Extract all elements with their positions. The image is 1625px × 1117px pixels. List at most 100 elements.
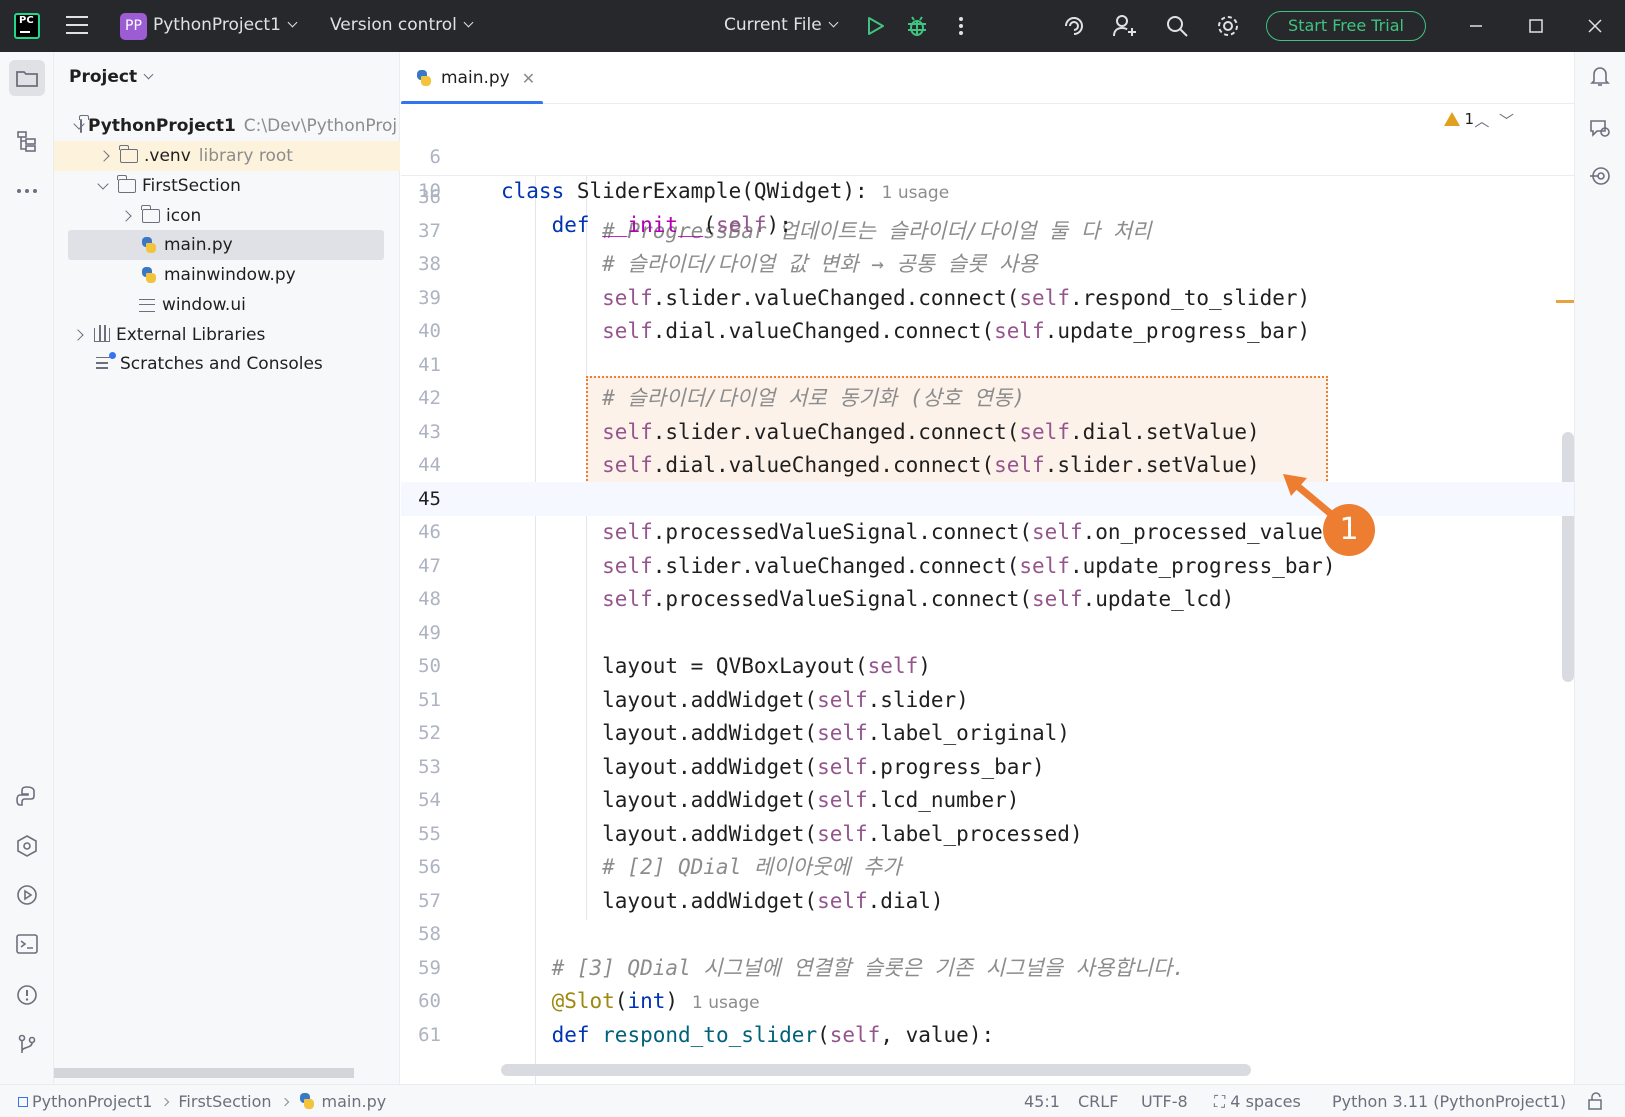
- code-line[interactable]: 50 layout = QVBoxLayout(self): [401, 649, 1574, 683]
- line-ending[interactable]: CRLF: [1078, 1092, 1118, 1111]
- code-line[interactable]: 39 self.slider.valueChanged.connect(self…: [401, 281, 1574, 315]
- minimize-icon[interactable]: [1463, 14, 1489, 38]
- editor-horizontal-scrollbar[interactable]: [501, 1064, 1251, 1076]
- code-line[interactable]: 60 @Slot(int) 1 usage: [401, 984, 1574, 1018]
- readonly-lock-icon[interactable]: [1586, 1092, 1604, 1114]
- git-branch-icon[interactable]: [9, 1027, 45, 1063]
- close-window-icon[interactable]: [1582, 14, 1608, 38]
- code-line[interactable]: 42 # 슬라이더/다이얼 서로 동기화 (상호 연동): [401, 381, 1574, 415]
- code-line[interactable]: 59 # [3] QDial 시그널에 연결할 슬롯은 기존 시그널을 사용합니…: [401, 951, 1574, 985]
- tree-item-label: mainwindow.py: [164, 265, 296, 285]
- notifications-bell-icon[interactable]: [1582, 58, 1618, 94]
- search-icon[interactable]: [1164, 14, 1190, 38]
- code-line[interactable]: 41: [401, 348, 1574, 382]
- code-line[interactable]: 48 self.processedValueSignal.connect(sel…: [401, 582, 1574, 616]
- code-line[interactable]: 46 self.processedValueSignal.connect(sel…: [401, 515, 1574, 549]
- collapse-arrow-icon[interactable]: [72, 328, 86, 342]
- more-actions-icon[interactable]: [948, 14, 974, 38]
- chevron-down-icon: [463, 17, 474, 28]
- tree-item-mainwindow-py[interactable]: mainwindow.py: [68, 260, 384, 290]
- run-tool-icon[interactable]: [9, 877, 45, 913]
- settings-gear-icon[interactable]: [1215, 14, 1241, 38]
- start-free-trial-button[interactable]: Start Free Trial: [1266, 11, 1426, 41]
- run-config-selector[interactable]: Current File: [724, 15, 839, 35]
- inspection-nav[interactable]: ︿ ﹀: [1474, 110, 1514, 131]
- project-badge[interactable]: PP: [120, 13, 147, 40]
- file-encoding[interactable]: UTF-8: [1141, 1092, 1188, 1111]
- endpoints-icon[interactable]: [1582, 158, 1618, 194]
- more-tools-icon[interactable]: [9, 173, 45, 209]
- code-line[interactable]: 38 # 슬라이더/다이얼 값 변화 → 공통 슬롯 사용: [401, 247, 1574, 281]
- inspection-warnings[interactable]: 1: [1444, 110, 1474, 128]
- project-panel-title: Project: [69, 67, 138, 87]
- close-tab-icon[interactable]: ✕: [522, 69, 535, 88]
- code-line[interactable]: 47 self.slider.valueChanged.connect(self…: [401, 549, 1574, 583]
- code-line[interactable]: 51 layout.addWidget(self.slider): [401, 683, 1574, 717]
- project-switcher[interactable]: PythonProject1: [153, 15, 298, 35]
- breadcrumb-project[interactable]: PythonProject1: [32, 1092, 152, 1111]
- tree-item-firstsection[interactable]: FirstSection: [68, 171, 384, 201]
- maximize-icon[interactable]: [1523, 14, 1549, 38]
- breadcrumb-folder[interactable]: FirstSection: [178, 1092, 271, 1111]
- tree-item-external-libraries[interactable]: External Libraries: [68, 320, 384, 350]
- tree-item-venv[interactable]: .venv library root: [54, 141, 400, 171]
- tab-main-py[interactable]: main.py ✕: [401, 52, 543, 105]
- code-line[interactable]: 56 # [2] QDial 레이아웃에 추가: [401, 850, 1574, 884]
- tree-item-label: FirstSection: [142, 176, 241, 196]
- python-interpreter[interactable]: Python 3.11 (PythonProject1): [1332, 1092, 1566, 1111]
- library-icon: [94, 325, 110, 342]
- python-packages-icon[interactable]: [9, 778, 45, 814]
- tree-item-label: Scratches and Consoles: [120, 354, 323, 374]
- problems-icon[interactable]: [9, 977, 45, 1013]
- indent-setting[interactable]: ⛶ 4 spaces: [1214, 1092, 1301, 1112]
- tree-item-icon-folder[interactable]: icon: [68, 201, 384, 231]
- code-line[interactable]: 58: [401, 917, 1574, 951]
- services-icon[interactable]: [9, 828, 45, 864]
- code-line[interactable]: 43 self.slider.valueChanged.connect(self…: [401, 415, 1574, 449]
- tree-item-label: main.py: [164, 235, 233, 255]
- collapse-arrow-icon[interactable]: [120, 209, 134, 223]
- caret-position[interactable]: 45:1: [1024, 1092, 1060, 1111]
- project-panel-header[interactable]: Project: [69, 67, 154, 87]
- add-user-icon[interactable]: [1112, 14, 1138, 38]
- code-line[interactable]: 61 def respond_to_slider(self, value):: [401, 1018, 1574, 1052]
- tree-item-scratches[interactable]: Scratches and Consoles: [68, 349, 384, 379]
- code-editor: main.py ✕ 1 ︿ ﹀ 6 class SliderExample(QW…: [401, 52, 1574, 1084]
- sticky-line[interactable]: 10 def __init__(self):: [401, 140, 1574, 237]
- project-horizontal-scrollbar[interactable]: [54, 1068, 354, 1078]
- debug-icon[interactable]: [904, 14, 930, 38]
- ai-chat-icon[interactable]: [1582, 110, 1618, 146]
- breadcrumb-file[interactable]: main.py: [322, 1092, 387, 1111]
- structure-icon[interactable]: [9, 123, 45, 159]
- version-control-label: Version control: [330, 15, 457, 35]
- main-menu-icon[interactable]: [66, 16, 88, 34]
- version-control-menu[interactable]: Version control: [330, 15, 474, 35]
- collapse-arrow-icon[interactable]: [98, 149, 112, 163]
- python-file-icon: [298, 1092, 316, 1110]
- tree-item-window-ui[interactable]: window.ui: [68, 290, 384, 320]
- project-tool-folder-icon[interactable]: [9, 60, 45, 96]
- code-line[interactable]: 57 layout.addWidget(self.dial): [401, 884, 1574, 918]
- callout-badge: 1: [1323, 504, 1375, 556]
- sticky-line[interactable]: 6 class SliderExample(QWidget): 1 usage: [401, 106, 1574, 203]
- code-line[interactable]: 44 self.dial.valueChanged.connect(self.s…: [401, 448, 1574, 482]
- tree-item-project-root[interactable]: PythonProject1 C:\Dev\PythonProj: [68, 111, 397, 141]
- expand-arrow-icon[interactable]: [96, 179, 110, 193]
- code-line[interactable]: 55 layout.addWidget(self.label_processed…: [401, 817, 1574, 851]
- tree-item-label: PythonProject1: [88, 116, 236, 136]
- code-line[interactable]: 54 layout.addWidget(self.lcd_number): [401, 783, 1574, 817]
- ai-assistant-icon[interactable]: [1061, 14, 1087, 38]
- code-line[interactable]: 53 layout.addWidget(self.progress_bar): [401, 750, 1574, 784]
- pycharm-logo-icon: PC: [14, 13, 40, 39]
- left-tool-strip: [0, 52, 54, 1084]
- code-line[interactable]: 49: [401, 616, 1574, 650]
- code-line-current[interactable]: 45: [401, 482, 1574, 516]
- tree-item-main-py[interactable]: main.py: [68, 230, 384, 260]
- code-line[interactable]: 52 layout.addWidget(self.label_original): [401, 716, 1574, 750]
- folder-icon: [117, 175, 136, 193]
- terminal-icon[interactable]: [9, 926, 45, 962]
- code-line[interactable]: 40 self.dial.valueChanged.connect(self.u…: [401, 314, 1574, 348]
- run-icon[interactable]: [862, 14, 888, 38]
- tree-item-label: icon: [166, 206, 202, 226]
- sticky-scroll-header: 6 class SliderExample(QWidget): 1 usage 1…: [401, 104, 1574, 237]
